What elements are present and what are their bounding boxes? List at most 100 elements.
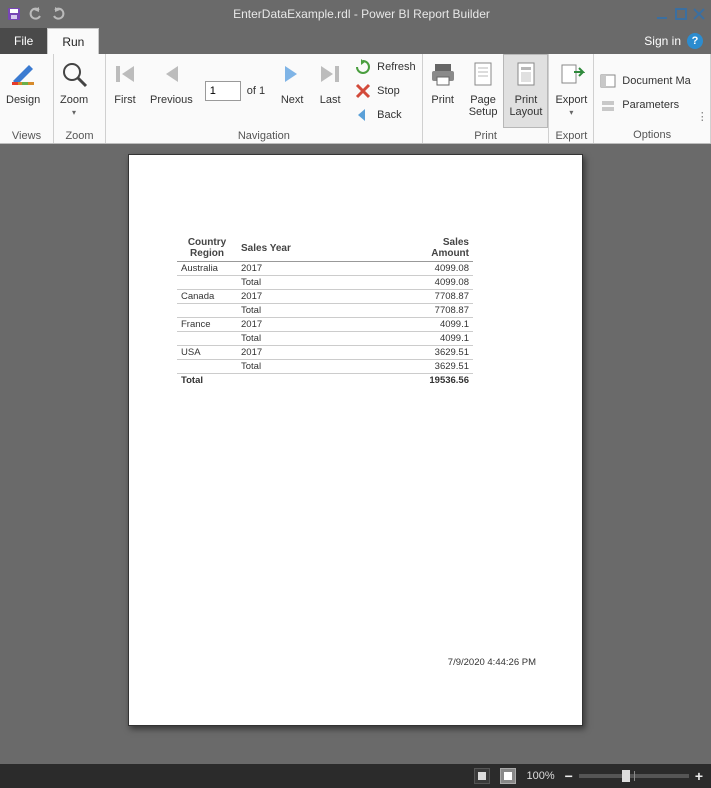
cell-year: 2017 bbox=[237, 262, 327, 276]
back-label: Back bbox=[377, 109, 401, 121]
view-mode-normal-button[interactable] bbox=[474, 768, 490, 784]
previous-icon bbox=[158, 58, 184, 90]
cell-country: France bbox=[177, 318, 237, 332]
report-viewer[interactable]: Country Region Sales Year Sales Amount A… bbox=[0, 144, 711, 764]
zoom-thumb[interactable] bbox=[622, 770, 630, 782]
last-button[interactable]: Last bbox=[311, 54, 349, 128]
page-setup-button[interactable]: Page Setup bbox=[463, 54, 504, 128]
cell-amount: 3629.51 bbox=[327, 346, 473, 360]
help-icon[interactable]: ? bbox=[687, 33, 703, 49]
redo-icon[interactable] bbox=[50, 6, 66, 22]
zoom-label: Zoom bbox=[60, 94, 88, 106]
refresh-button[interactable]: Refresh bbox=[355, 57, 416, 77]
zoom-out-button[interactable]: − bbox=[565, 768, 573, 784]
back-icon bbox=[355, 107, 371, 123]
cell-country bbox=[177, 276, 237, 290]
col-header-country: Country Region bbox=[177, 235, 237, 262]
cell-subtotal-label: Total bbox=[237, 360, 327, 374]
design-button[interactable]: Design bbox=[0, 54, 46, 128]
table-grand-total-row: Total19536.56 bbox=[177, 374, 473, 388]
cell-year: 2017 bbox=[237, 346, 327, 360]
print-label: Print bbox=[431, 94, 454, 106]
maximize-icon[interactable] bbox=[675, 8, 687, 20]
ribbon-group-navigation: First Previous of 1 Next Last R bbox=[106, 54, 423, 143]
sign-in-label: Sign in bbox=[644, 34, 681, 48]
parameters-icon bbox=[600, 97, 616, 113]
zoom-in-button[interactable]: + bbox=[695, 768, 703, 784]
cell-subtotal-amount: 3629.51 bbox=[327, 360, 473, 374]
cell-subtotal-label: Total bbox=[237, 276, 327, 290]
table-subtotal-row: Total3629.51 bbox=[177, 360, 473, 374]
refresh-label: Refresh bbox=[377, 61, 416, 73]
current-page-input[interactable] bbox=[205, 81, 241, 101]
cell-amount: 4099.1 bbox=[327, 318, 473, 332]
zoom-track[interactable] bbox=[579, 774, 689, 778]
document-map-icon bbox=[600, 73, 616, 89]
first-button[interactable]: First bbox=[106, 54, 144, 128]
print-button[interactable]: Print bbox=[423, 54, 463, 128]
zoom-icon bbox=[60, 58, 88, 90]
chevron-down-icon: ▾ bbox=[72, 108, 76, 117]
ribbon-group-options: Document Ma Parameters ⋮ Options bbox=[594, 54, 711, 143]
next-button[interactable]: Next bbox=[273, 54, 311, 128]
zoom-tick bbox=[634, 771, 635, 781]
parameters-label: Parameters bbox=[622, 99, 679, 111]
stop-button[interactable]: Stop bbox=[355, 81, 416, 101]
group-label-zoom: Zoom bbox=[54, 128, 105, 144]
chevron-down-icon: ▾ bbox=[569, 108, 573, 117]
cell-amount: 7708.87 bbox=[327, 290, 473, 304]
export-label: Export bbox=[555, 94, 587, 106]
cell-subtotal-label: Total bbox=[237, 304, 327, 318]
group-label-navigation: Navigation bbox=[106, 128, 422, 144]
parameters-button[interactable]: Parameters bbox=[600, 95, 690, 115]
cell-amount: 4099.08 bbox=[327, 262, 473, 276]
page-of-label: of 1 bbox=[245, 85, 267, 97]
view-mode-print-button[interactable] bbox=[500, 768, 516, 784]
page-layout-icon bbox=[503, 771, 513, 781]
zoom-button[interactable]: Zoom ▾ bbox=[54, 54, 94, 128]
ribbon-group-views: Design Views bbox=[0, 54, 54, 143]
print-layout-button[interactable]: Print Layout bbox=[503, 54, 548, 128]
zoom-slider[interactable]: − + bbox=[565, 768, 703, 784]
cell-subtotal-amount: 7708.87 bbox=[327, 304, 473, 318]
window-title: EnterDataExample.rdl - Power BI Report B… bbox=[66, 7, 657, 21]
table-row: USA20173629.51 bbox=[177, 346, 473, 360]
cell-country: USA bbox=[177, 346, 237, 360]
cell-country bbox=[177, 332, 237, 346]
cell-grand-total-amount: 19536.56 bbox=[327, 374, 473, 388]
cell-country bbox=[177, 360, 237, 374]
export-button[interactable]: Export ▾ bbox=[549, 54, 593, 128]
back-button[interactable]: Back bbox=[355, 105, 416, 125]
ribbon-group-print: Print Page Setup Print Layout Print bbox=[423, 54, 550, 143]
print-layout-icon bbox=[512, 58, 540, 90]
tab-file[interactable]: File bbox=[0, 28, 47, 54]
document-map-label: Document Ma bbox=[622, 75, 690, 87]
export-icon bbox=[557, 58, 585, 90]
print-icon bbox=[429, 58, 457, 90]
document-map-button[interactable]: Document Ma bbox=[600, 71, 690, 91]
table-subtotal-row: Total4099.08 bbox=[177, 276, 473, 290]
undo-icon[interactable] bbox=[28, 6, 44, 22]
design-label: Design bbox=[6, 94, 40, 106]
ribbon: Design Views Zoom ▾ Zoom First bbox=[0, 54, 711, 144]
group-label-views: Views bbox=[0, 128, 53, 144]
sign-in-link[interactable]: Sign in ? bbox=[644, 28, 711, 54]
options-overflow-icon[interactable]: ⋮ bbox=[697, 110, 707, 127]
next-label: Next bbox=[281, 94, 304, 106]
refresh-icon bbox=[355, 59, 371, 75]
tab-run[interactable]: Run bbox=[47, 28, 99, 54]
minimize-icon[interactable] bbox=[657, 8, 669, 20]
stop-label: Stop bbox=[377, 85, 400, 97]
col-header-amount: Sales Amount bbox=[327, 235, 473, 262]
ribbon-group-zoom: Zoom ▾ Zoom bbox=[54, 54, 106, 143]
save-icon[interactable] bbox=[6, 6, 22, 22]
report-table: Country Region Sales Year Sales Amount A… bbox=[177, 235, 473, 387]
ribbon-group-export: Export ▾ Export bbox=[549, 54, 594, 143]
table-row: Australia20174099.08 bbox=[177, 262, 473, 276]
first-icon bbox=[112, 58, 138, 90]
close-icon[interactable] bbox=[693, 8, 705, 20]
cell-year: 2017 bbox=[237, 318, 327, 332]
cell-subtotal-amount: 4099.1 bbox=[327, 332, 473, 346]
page-setup-label: Page Setup bbox=[469, 94, 498, 118]
previous-button[interactable]: Previous bbox=[144, 54, 199, 128]
